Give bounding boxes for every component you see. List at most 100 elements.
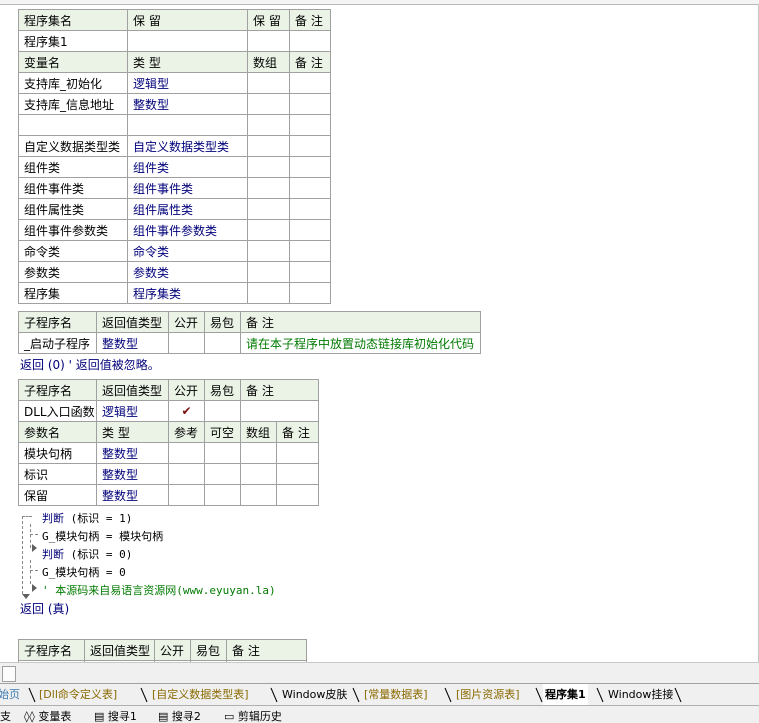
assembly-name-cell[interactable]: 程序集1 — [18, 30, 128, 52]
variable-row[interactable]: 命令类 命令类 — [18, 240, 331, 262]
variable-type-cell[interactable]: 逻辑型 — [127, 72, 248, 94]
param-ref-cell[interactable] — [168, 484, 205, 506]
return-type-cell[interactable]: 逻辑型 — [96, 400, 169, 422]
subroutine-row[interactable]: DLL入口函数 逻辑型 ✔ — [18, 400, 320, 422]
variable-type-cell[interactable]: 参数类 — [127, 261, 248, 283]
variable-array-cell[interactable] — [247, 219, 290, 241]
variable-name-cell[interactable]: 支持库_信息地址 — [18, 93, 128, 115]
variable-array-cell[interactable] — [247, 114, 290, 136]
code-editor[interactable]: 程序集名 保 留 保 留 备 注 程序集1 变量名 类 型 数组 备 注 支持库… — [0, 4, 759, 662]
param-type-cell[interactable]: 整数型 — [96, 484, 169, 506]
param-row[interactable]: 模块句柄 整数型 — [18, 442, 320, 464]
remark-cell[interactable] — [239, 400, 320, 422]
variable-array-cell[interactable] — [247, 156, 290, 178]
param-array-cell[interactable] — [240, 463, 277, 485]
variable-array-cell[interactable] — [247, 135, 290, 157]
variable-type-cell[interactable]: 命令类 — [127, 240, 248, 262]
bottom-tab-variables[interactable]: ◊◊ 变量表 — [24, 708, 71, 723]
public-cell[interactable] — [168, 332, 205, 354]
param-type-cell[interactable]: 整数型 — [96, 463, 169, 485]
tab-window-hook[interactable]: Window挂接 — [606, 684, 675, 705]
bottom-tab-clip-history[interactable]: ▭ 剪辑历史 — [224, 708, 282, 723]
code-line-return-true[interactable]: 返回 (真) — [20, 600, 69, 617]
variable-array-cell[interactable] — [247, 72, 290, 94]
variable-name-cell[interactable]: 命令类 — [18, 240, 128, 262]
scrollbar-thumb[interactable] — [2, 666, 16, 682]
variable-remark-cell[interactable] — [289, 135, 331, 157]
variable-row[interactable]: 组件类 组件类 — [18, 156, 331, 178]
variable-remark-cell[interactable] — [289, 282, 331, 304]
variable-name-cell[interactable]: 组件事件参数类 — [18, 219, 128, 241]
variable-remark-cell[interactable] — [289, 240, 331, 262]
variable-type-cell[interactable]: 自定义数据类型类 — [127, 135, 248, 157]
variable-array-cell[interactable] — [247, 177, 290, 199]
variable-array-cell[interactable] — [247, 93, 290, 115]
variable-name-cell[interactable]: 参数类 — [18, 261, 128, 283]
param-name-cell[interactable]: 模块句柄 — [18, 442, 97, 464]
assembly-row[interactable]: 程序集1 — [18, 30, 331, 52]
variable-remark-cell[interactable] — [289, 156, 331, 178]
variable-array-cell[interactable] — [247, 198, 290, 220]
tab-constants[interactable]: [常量数据表] — [362, 684, 430, 705]
variable-row[interactable]: 组件事件类 组件事件类 — [18, 177, 331, 199]
tab-custom-types[interactable]: [自定义数据类型表] — [150, 684, 251, 705]
variable-remark-cell[interactable] — [289, 72, 331, 94]
horizontal-scrollbar[interactable] — [0, 662, 759, 684]
param-ref-cell[interactable] — [168, 463, 205, 485]
code-line-return[interactable]: 返回 (0) ' 返回值被忽略。 — [20, 356, 160, 373]
variable-row[interactable]: 程序集 程序集类 — [18, 282, 331, 304]
subroutine-row[interactable]: _启动子程序 整数型 请在本子程序中放置动态链接库初始化代码 — [18, 332, 481, 354]
tab-image-resources[interactable]: [图片资源表] — [454, 684, 522, 705]
bottom-tab-search-1[interactable]: ▤ 搜寻1 — [94, 708, 137, 723]
variable-type-cell[interactable]: 组件类 — [127, 156, 248, 178]
variable-name-cell[interactable]: 自定义数据类型类 — [18, 135, 128, 157]
variable-array-cell[interactable] — [247, 261, 290, 283]
param-nullable-cell[interactable] — [204, 442, 241, 464]
code-line-if-1[interactable]: 判断 (标识 = 1) — [42, 510, 132, 526]
variable-row[interactable]: 支持库_信息地址 整数型 — [18, 93, 331, 115]
param-array-cell[interactable] — [240, 442, 277, 464]
variable-row[interactable] — [18, 114, 331, 136]
param-remark-cell[interactable] — [275, 442, 320, 464]
param-remark-cell[interactable] — [275, 463, 320, 485]
variable-row[interactable]: 自定义数据类型类 自定义数据类型类 — [18, 135, 331, 157]
param-row[interactable]: 保留 整数型 — [18, 484, 320, 506]
variable-remark-cell[interactable] — [289, 198, 331, 220]
assembly-reserved-cell[interactable] — [127, 30, 248, 52]
remark-cell[interactable]: 请在本子程序中放置动态链接库初始化代码 — [240, 332, 481, 354]
variable-row[interactable]: 组件属性类 组件属性类 — [18, 198, 331, 220]
assembly-remark-cell[interactable] — [289, 30, 331, 52]
param-array-cell[interactable] — [240, 484, 277, 506]
sub-name-cell[interactable]: _启动子程序 — [18, 332, 97, 354]
variable-name-cell[interactable] — [18, 114, 128, 136]
tab-assembly-1[interactable]: 程序集1 — [543, 684, 588, 705]
variable-type-cell[interactable]: 整数型 — [127, 93, 248, 115]
easy-package-cell[interactable] — [204, 332, 241, 354]
assembly-reserved-cell-2[interactable] — [247, 30, 290, 52]
variable-name-cell[interactable]: 组件属性类 — [18, 198, 128, 220]
param-name-cell[interactable]: 标识 — [18, 463, 97, 485]
easy-package-cell[interactable] — [204, 400, 241, 422]
bottom-tab-support[interactable]: 支 — [0, 708, 11, 723]
param-ref-cell[interactable] — [168, 442, 205, 464]
sub-name-cell[interactable]: DLL入口函数 — [18, 400, 97, 422]
code-line-assign-2[interactable]: G_模块句柄 = 0 — [42, 564, 126, 580]
variable-remark-cell[interactable] — [289, 219, 331, 241]
code-line-comment[interactable]: ' 本源码来自易语言资源网(www.eyuyan.la) — [42, 582, 276, 598]
variable-row[interactable]: 支持库_初始化 逻辑型 — [18, 72, 331, 94]
variable-type-cell[interactable]: 组件事件类 — [127, 177, 248, 199]
public-checkmark-icon[interactable]: ✔ — [168, 400, 205, 422]
variable-type-cell[interactable] — [127, 114, 248, 136]
variable-name-cell[interactable]: 支持库_初始化 — [18, 72, 128, 94]
param-nullable-cell[interactable] — [204, 484, 241, 506]
code-line-assign-1[interactable]: G_模块句柄 = 模块句柄 — [42, 528, 163, 544]
variable-row[interactable]: 参数类 参数类 — [18, 261, 331, 283]
variable-type-cell[interactable]: 组件事件参数类 — [127, 219, 248, 241]
return-type-cell[interactable]: 整数型 — [96, 332, 169, 354]
param-remark-cell[interactable] — [275, 484, 320, 506]
tab-start-page[interactable]: 始页 — [0, 684, 22, 705]
variable-array-cell[interactable] — [247, 282, 290, 304]
variable-name-cell[interactable]: 组件事件类 — [18, 177, 128, 199]
param-name-cell[interactable]: 保留 — [18, 484, 97, 506]
variable-remark-cell[interactable] — [289, 177, 331, 199]
